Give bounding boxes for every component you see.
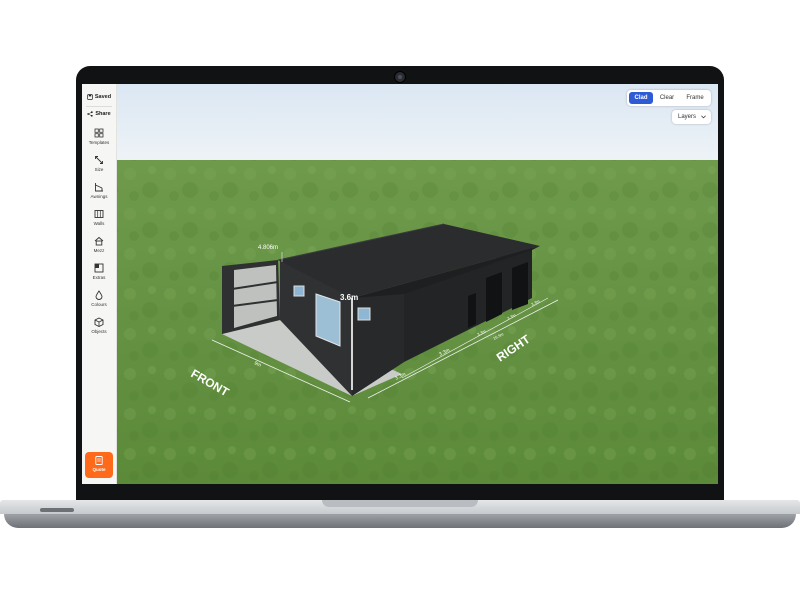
sidebar-item-templates[interactable]: Templates (82, 126, 116, 150)
side-door (468, 293, 476, 328)
layers-label: Layers (678, 114, 697, 120)
webcam (394, 71, 406, 83)
base-notch (322, 500, 478, 507)
sidebar-item-awnings[interactable]: Awnings (82, 180, 116, 204)
base-bottom (4, 514, 796, 528)
sidebar-item-label: Size (94, 167, 104, 172)
app-screen: 4.806m 3.6m 9m 3.3m 3.3m 3.3m 3.3m 3.3m … (82, 84, 718, 484)
save-icon (87, 94, 93, 100)
sidebar: Saved Share Templates Size Awnings Walls… (82, 84, 117, 484)
sidebar-item-objects[interactable]: Objects (82, 315, 116, 339)
share-label: Share (95, 111, 111, 117)
sidebar-item-label: Mezz (93, 248, 105, 253)
dim-eave-label: 3.6m (340, 293, 358, 302)
resize-arrows-icon (95, 156, 103, 164)
saved-button[interactable]: Saved (84, 90, 114, 104)
sidebar-item-label: Extras (92, 275, 106, 280)
sidebar-item-colours[interactable]: Colours (82, 288, 116, 312)
chevron-down-icon (701, 115, 706, 119)
roller-door-2 (512, 262, 528, 310)
view-mode-toggle: Clad Clear Frame (627, 90, 711, 106)
view-clear-button[interactable]: Clear (655, 92, 679, 104)
share-button[interactable]: Share (84, 107, 114, 121)
sidebar-item-mezz[interactable]: Mezz (82, 234, 116, 258)
sidebar-item-label: Objects (91, 329, 107, 334)
quote-button[interactable]: Quote (85, 452, 113, 478)
view-clad-button[interactable]: Clad (629, 92, 653, 104)
roller-door-1 (486, 272, 502, 322)
cube-icon (94, 317, 104, 327)
base-port (40, 508, 74, 512)
droplet-icon (95, 290, 103, 300)
front-window-right (357, 307, 371, 321)
document-icon (95, 456, 103, 465)
quote-label: Quote (92, 467, 106, 472)
wall-panel-icon (94, 210, 104, 218)
share-icon (87, 111, 94, 117)
sky (82, 84, 718, 162)
laptop-base (0, 500, 800, 530)
grid-icon (94, 128, 104, 138)
front-window-left (293, 285, 305, 297)
sidebar-item-label: Walls (93, 221, 105, 226)
sidebar-item-walls[interactable]: Walls (82, 207, 116, 231)
view-frame-button[interactable]: Frame (681, 92, 709, 104)
scene-3d-viewport[interactable]: 4.806m 3.6m 9m 3.3m 3.3m 3.3m 3.3m 3.3m … (82, 84, 718, 484)
layers-dropdown[interactable]: Layers (672, 110, 711, 124)
extras-icon (94, 263, 104, 273)
dim-height-label: 4.806m (258, 245, 278, 251)
sidebar-item-label: Templates (88, 140, 110, 145)
house-icon (94, 236, 104, 246)
sidebar-item-extras[interactable]: Extras (82, 261, 116, 285)
sidebar-item-size[interactable]: Size (82, 153, 116, 177)
sidebar-item-label: Colours (91, 302, 107, 307)
sidebar-item-label: Awnings (90, 194, 108, 199)
saved-label: Saved (94, 94, 112, 100)
awning-icon (95, 183, 103, 192)
laptop-frame: 4.806m 3.6m 9m 3.3m 3.3m 3.3m 3.3m 3.3m … (0, 0, 800, 600)
